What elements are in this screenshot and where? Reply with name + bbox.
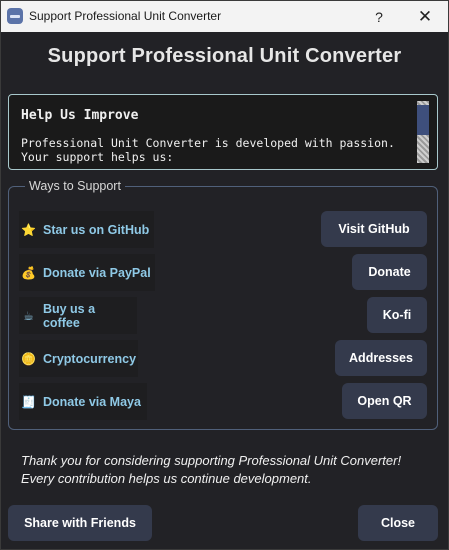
support-option-label: Donate via Maya	[43, 394, 141, 409]
coin-icon: 🪙	[21, 351, 36, 366]
title-bar: Support Professional Unit Converter ? ✕	[1, 1, 448, 32]
support-option-label: Star us on GitHub	[43, 222, 150, 237]
info-text-line: Professional Unit Converter is developed…	[21, 136, 395, 150]
vertical-scrollbar[interactable]	[417, 101, 429, 163]
support-dialog: Support Professional Unit Converter ? ✕ …	[0, 0, 449, 550]
donate-button[interactable]: Donate	[352, 254, 427, 290]
scrollbar-thumb[interactable]	[417, 105, 429, 135]
info-text-line: Your support helps us:	[21, 150, 174, 164]
help-button[interactable]: ?	[356, 1, 402, 32]
thank-you-line: Every contribution helps us continue dev…	[21, 471, 312, 486]
share-with-friends-button[interactable]: Share with Friends	[8, 505, 152, 541]
support-option-label: Cryptocurrency	[42, 351, 137, 366]
kofi-button[interactable]: Ko-fi	[367, 297, 427, 333]
page-title: Support Professional Unit Converter	[47, 45, 402, 67]
thank-you-message: Thank you for considering supporting Pro…	[21, 452, 401, 488]
ways-to-support-group: Ways to Support ⭐ Star us on GitHub Visi…	[8, 179, 438, 430]
receipt-icon: 🧾	[21, 394, 36, 409]
addresses-button[interactable]: Addresses	[335, 340, 427, 376]
coffee-icon: ☕	[23, 308, 34, 323]
window-title: Support Professional Unit Converter	[29, 9, 222, 23]
support-option-maya: 🧾 Donate via Maya	[19, 383, 147, 420]
support-option-github: ⭐ Star us on GitHub	[19, 211, 154, 248]
visit-github-button[interactable]: Visit GitHub	[321, 211, 427, 247]
info-text-box[interactable]: Help Us Improve Professional Unit Conver…	[8, 94, 438, 170]
support-option-label: Donate via PayPal	[43, 265, 151, 280]
app-icon	[7, 8, 23, 24]
group-title: Ways to Support	[25, 179, 125, 193]
support-option-paypal: 💰 Donate via PayPal	[19, 254, 155, 291]
close-window-button[interactable]: ✕	[402, 1, 448, 32]
support-option-label: Buy us a coffee	[42, 301, 96, 330]
money-bag-icon: 💰	[21, 265, 36, 280]
info-heading: Help Us Improve	[21, 108, 139, 123]
star-icon: ⭐	[21, 222, 36, 237]
support-option-coffee: ☕ Buy us a coffee	[19, 297, 137, 334]
thank-you-line: Thank you for considering supporting Pro…	[21, 453, 402, 468]
close-button[interactable]: Close	[358, 505, 438, 541]
support-option-crypto: 🪙 Cryptocurrency	[19, 340, 138, 377]
open-qr-button[interactable]: Open QR	[342, 383, 427, 419]
